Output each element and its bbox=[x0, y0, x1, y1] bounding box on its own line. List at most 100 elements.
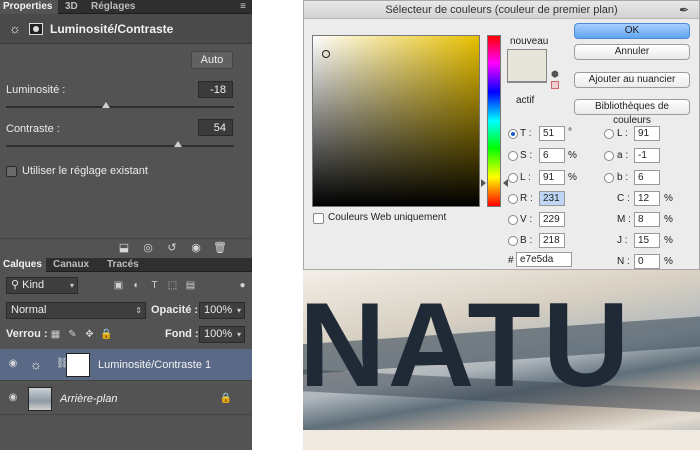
layer-row[interactable]: ◉ ☼ ⛓ Luminosité/Contraste 1 bbox=[0, 349, 252, 381]
tab-channels[interactable]: Canaux bbox=[50, 258, 92, 272]
brightness-radio[interactable] bbox=[508, 173, 518, 183]
color-marker[interactable] bbox=[322, 50, 330, 58]
hue-radio[interactable] bbox=[508, 129, 518, 139]
brightness-label: L : bbox=[520, 172, 531, 183]
cyan-field[interactable]: 12 bbox=[634, 191, 660, 206]
current-color-label: actif bbox=[516, 95, 535, 106]
layer-row[interactable]: ◉ Arrière-plan 🔒 bbox=[0, 383, 252, 415]
view-previous-icon[interactable]: ◎ bbox=[140, 241, 156, 255]
lab-b-field[interactable]: 6 bbox=[634, 170, 660, 185]
eye-icon[interactable]: ◉ bbox=[6, 393, 20, 403]
brightness-slider-thumb[interactable] bbox=[102, 102, 110, 108]
green-radio[interactable] bbox=[508, 215, 518, 225]
web-color-warning-icon[interactable] bbox=[551, 81, 559, 89]
auto-button[interactable]: Auto bbox=[191, 51, 233, 69]
panel-menu-icon[interactable]: ≡ bbox=[240, 0, 246, 14]
blend-mode-select[interactable]: Normal ⇕ bbox=[6, 302, 146, 319]
document-canvas[interactable]: NATU bbox=[303, 270, 700, 450]
hue-slider-right-arrow[interactable] bbox=[503, 179, 508, 187]
brightness-field[interactable]: -18 bbox=[198, 81, 233, 98]
eye-icon[interactable]: ◉ bbox=[6, 359, 20, 369]
hue-slider-left-arrow[interactable] bbox=[481, 179, 486, 187]
magenta-field[interactable]: 8 bbox=[634, 212, 660, 227]
contrast-slider-track[interactable] bbox=[6, 145, 234, 147]
yellow-field[interactable]: 15 bbox=[634, 233, 660, 248]
filter-toggle-icon[interactable]: ● bbox=[236, 280, 249, 291]
clip-to-layer-icon[interactable]: ⬓ bbox=[116, 241, 132, 255]
layer-name[interactable]: Arrière-plan bbox=[60, 393, 117, 405]
tab-paths[interactable]: Tracés bbox=[104, 258, 142, 272]
color-picker-dialog: Sélecteur de couleurs (couleur de premie… bbox=[303, 0, 700, 270]
black-field[interactable]: 0 bbox=[634, 254, 660, 269]
contrast-slider-thumb[interactable] bbox=[174, 141, 182, 147]
filter-adjustment-icon[interactable]: ◐ bbox=[130, 280, 143, 291]
layer-name[interactable]: Luminosité/Contraste 1 bbox=[98, 359, 211, 371]
brightness-slider-track[interactable] bbox=[6, 106, 234, 108]
saturation-field[interactable]: 6 bbox=[539, 148, 565, 163]
cancel-button[interactable]: Annuler bbox=[574, 44, 690, 60]
lock-transparent-icon[interactable]: ▦ bbox=[49, 329, 62, 340]
lock-all-icon[interactable]: 🔒 bbox=[100, 329, 113, 340]
tab-3d[interactable]: 3D bbox=[62, 0, 81, 14]
filter-smart-object-icon[interactable]: ▤ bbox=[184, 280, 197, 291]
green-label: V : bbox=[520, 214, 533, 225]
saturation-radio[interactable] bbox=[508, 151, 518, 161]
contrast-field[interactable]: 54 bbox=[198, 119, 233, 136]
fill-label: Fond : bbox=[165, 328, 199, 340]
lock-pixels-icon[interactable]: ✎ bbox=[66, 329, 79, 340]
filter-type-icon[interactable]: T bbox=[148, 280, 161, 291]
layer-thumbnail[interactable] bbox=[28, 387, 52, 411]
lock-position-icon[interactable]: ✥ bbox=[83, 329, 96, 340]
hue-slider[interactable] bbox=[487, 35, 501, 207]
chevron-down-icon: ▾ bbox=[69, 281, 74, 290]
brightness-field[interactable]: 91 bbox=[539, 170, 565, 185]
green-field[interactable]: 229 bbox=[539, 212, 565, 227]
trash-icon[interactable]: 🗑 bbox=[212, 241, 228, 255]
sun-adjustment-icon: ☼ bbox=[30, 357, 42, 372]
saturation-brightness-field[interactable] bbox=[312, 35, 480, 207]
layers-tabbar: Calques Canaux Tracés bbox=[0, 258, 252, 272]
web-colors-only-checkbox[interactable] bbox=[313, 213, 324, 224]
blue-radio[interactable] bbox=[508, 236, 518, 246]
visibility-icon[interactable]: ◉ bbox=[188, 241, 204, 255]
reset-icon[interactable]: ↺ bbox=[164, 241, 180, 255]
current-color-swatch[interactable] bbox=[507, 81, 547, 83]
blue-label: B : bbox=[520, 235, 533, 246]
chevron-down-icon: ▾ bbox=[236, 306, 241, 315]
eyedropper-icon[interactable]: ✒ bbox=[679, 3, 689, 17]
lab-a-radio[interactable] bbox=[604, 151, 614, 161]
lab-b-radio[interactable] bbox=[604, 173, 614, 183]
filter-shape-icon[interactable]: ⬚ bbox=[166, 280, 179, 291]
red-field[interactable]: 231 bbox=[539, 191, 565, 206]
lab-l-radio[interactable] bbox=[604, 129, 614, 139]
cyan-label: C : bbox=[617, 193, 630, 204]
blue-field[interactable]: 218 bbox=[539, 233, 565, 248]
dialog-title: Sélecteur de couleurs (couleur de premie… bbox=[385, 4, 618, 16]
hue-field[interactable]: 51 bbox=[539, 126, 565, 141]
magenta-unit: % bbox=[664, 214, 673, 225]
chevron-down-icon: ▾ bbox=[236, 330, 241, 339]
cyan-unit: % bbox=[664, 193, 673, 204]
ok-button[interactable]: OK bbox=[574, 23, 690, 39]
color-libraries-button[interactable]: Bibliothèques de couleurs bbox=[574, 99, 690, 126]
lab-l-field[interactable]: 91 bbox=[634, 126, 660, 141]
lab-a-field[interactable]: -1 bbox=[634, 148, 660, 163]
tab-adjustments[interactable]: Réglages bbox=[88, 0, 138, 14]
black-label: N : bbox=[617, 256, 630, 267]
brightness-unit: % bbox=[568, 172, 577, 183]
red-label: R : bbox=[520, 193, 533, 204]
cube-icon[interactable]: ⬢ bbox=[551, 69, 559, 80]
mask-icon[interactable] bbox=[29, 23, 43, 35]
fill-field[interactable]: 100% ▾ bbox=[199, 326, 245, 343]
add-to-swatches-button[interactable]: Ajouter au nuancier bbox=[574, 72, 690, 88]
red-radio[interactable] bbox=[508, 194, 518, 204]
hex-field[interactable]: e7e5da bbox=[516, 252, 572, 267]
filter-pixel-icon[interactable]: ▣ bbox=[112, 280, 125, 291]
layer-mask-thumbnail[interactable] bbox=[66, 353, 90, 377]
lab-l-label: L : bbox=[617, 128, 628, 139]
tab-layers[interactable]: Calques bbox=[0, 258, 46, 272]
tab-properties[interactable]: Properties bbox=[0, 0, 58, 14]
filter-kind-select[interactable]: ⚲ Kind ▾ bbox=[6, 277, 78, 294]
opacity-field[interactable]: 100% ▾ bbox=[199, 302, 245, 319]
use-legacy-checkbox[interactable] bbox=[6, 166, 17, 177]
